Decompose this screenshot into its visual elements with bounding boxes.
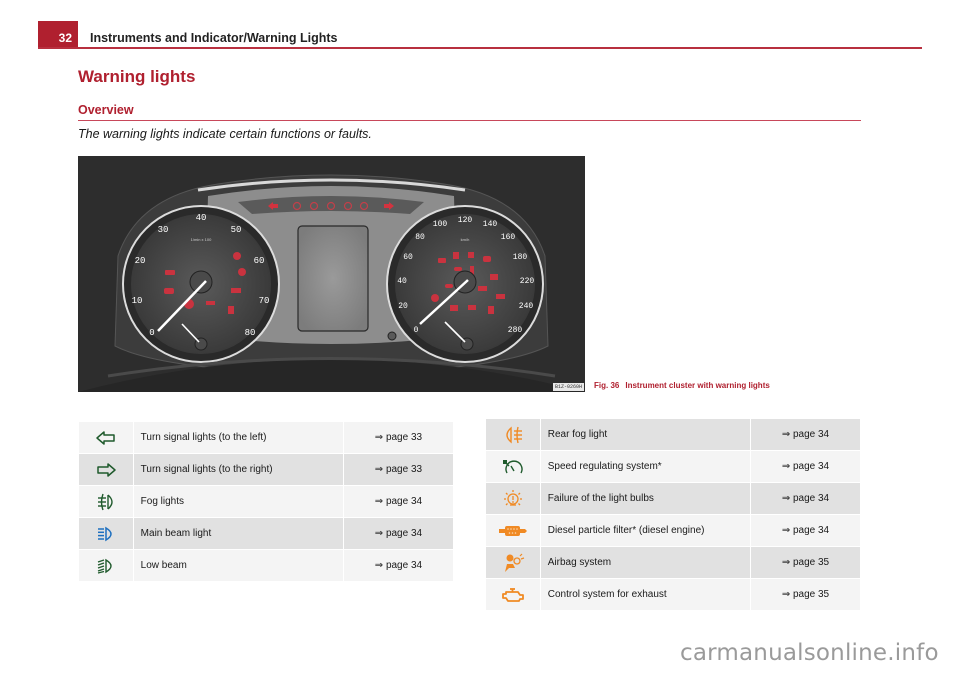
speedometer: 0 20 40 60 80 100 120 140 160 180 220 24… (386, 205, 544, 363)
svg-text:280: 280 (508, 326, 523, 335)
page-link[interactable]: ⇒ page 35 (749, 546, 862, 579)
svg-text:240: 240 (519, 302, 534, 311)
subheading: Overview (78, 103, 134, 117)
figure-number: Fig. 36 (594, 381, 620, 390)
svg-text:20: 20 (135, 256, 146, 266)
table-row: Speed regulating system* ⇒ page 34 (485, 450, 862, 483)
svg-text:120: 120 (458, 216, 473, 225)
svg-text:60: 60 (254, 256, 265, 266)
section-title: Instruments and Indicator/Warning Lights (90, 31, 338, 45)
intro-text: The warning lights indicate certain func… (78, 127, 372, 141)
cruise-control-icon (502, 459, 523, 473)
page-link[interactable]: ⇒ page 34 (342, 485, 455, 518)
page-link[interactable]: ⇒ page 34 (749, 450, 862, 483)
table-row: Low beam ⇒ page 34 (78, 549, 455, 582)
svg-text:0: 0 (414, 326, 419, 335)
table-row: Diesel particle filter* (diesel engine) … (485, 514, 862, 547)
row-label: Turn signal lights (to the right) (132, 453, 344, 486)
page-heading: Warning lights (78, 67, 196, 86)
row-label: Low beam (132, 549, 344, 582)
row-label: Airbag system (539, 546, 751, 579)
svg-text:60: 60 (403, 253, 413, 262)
table-row: Main beam light ⇒ page 34 (78, 517, 455, 550)
svg-text:30: 30 (158, 225, 169, 235)
row-label: Main beam light (132, 517, 344, 550)
svg-text:10: 10 (132, 296, 143, 306)
svg-text:80: 80 (245, 328, 256, 338)
svg-text:40: 40 (196, 213, 207, 223)
turn-left-arrow-icon (96, 430, 115, 445)
svg-text:80: 80 (415, 233, 425, 242)
svg-text:20: 20 (398, 302, 408, 311)
center-display (297, 225, 369, 332)
table-row: Fog lights ⇒ page 34 (78, 485, 455, 518)
svg-text:160: 160 (501, 233, 516, 242)
row-label: Speed regulating system* (539, 450, 751, 483)
table-row: Airbag system ⇒ page 35 (485, 546, 862, 579)
page-link[interactable]: ⇒ page 33 (342, 453, 455, 486)
page-link[interactable]: ⇒ page 34 (342, 549, 455, 582)
header-rule (38, 47, 922, 49)
table-row: Turn signal lights (to the left) ⇒ page … (78, 421, 455, 454)
main-beam-icon (97, 526, 112, 541)
row-label: Turn signal lights (to the left) (132, 421, 344, 454)
row-label: Failure of the light bulbs (539, 482, 751, 515)
engine-exhaust-icon (501, 587, 524, 602)
table-row: Failure of the light bulbs ⇒ page 34 (485, 482, 862, 515)
page-link[interactable]: ⇒ page 34 (749, 514, 862, 547)
table-row: Turn signal lights (to the right) ⇒ page… (78, 453, 455, 486)
page-link[interactable]: ⇒ page 35 (749, 578, 862, 611)
svg-text:40: 40 (397, 277, 407, 286)
tachometer: 0 10 20 30 40 50 60 70 80 1/min x 100 (122, 205, 280, 363)
turn-right-arrow-icon (97, 462, 116, 477)
fog-light-icon (97, 493, 113, 510)
table-row: Control system for exhaust ⇒ page 35 (485, 578, 862, 611)
watermark: carmanualsonline.info (680, 640, 939, 666)
row-label: Control system for exhaust (539, 578, 751, 611)
figure-code: B1Z-0260H (552, 383, 584, 391)
page-link[interactable]: ⇒ page 34 (749, 418, 862, 451)
table-row: Rear fog light ⇒ page 34 (485, 418, 862, 451)
figure-caption-text: Instrument cluster with warning lights (625, 381, 770, 390)
page-link[interactable]: ⇒ page 34 (749, 482, 862, 515)
instrument-cluster-illustration: 0 10 20 30 40 50 60 70 80 1/min x 100 0 … (78, 156, 585, 392)
instrument-cluster-figure: 0 10 20 30 40 50 60 70 80 1/min x 100 0 … (78, 156, 585, 392)
svg-text:220: 220 (520, 277, 535, 286)
row-label: Diesel particle filter* (diesel engine) (539, 514, 751, 547)
tachometer-scale-label: 1/min x 100 (191, 237, 212, 242)
svg-text:180: 180 (513, 253, 528, 262)
row-label: Fog lights (132, 485, 344, 518)
warning-lights-table-right: Rear fog light ⇒ page 34 Speed regulatin… (485, 418, 862, 611)
warning-lights-table-left: Turn signal lights (to the left) ⇒ page … (78, 421, 455, 582)
low-beam-icon (97, 558, 112, 574)
airbag-icon (504, 553, 525, 572)
subheading-rule (78, 120, 861, 121)
speedometer-scale-label: km/h (461, 237, 470, 242)
row-label: Rear fog light (539, 418, 751, 451)
page-link[interactable]: ⇒ page 33 (342, 421, 455, 454)
trip-reset-knob (387, 331, 397, 341)
svg-text:100: 100 (433, 220, 448, 229)
svg-text:0: 0 (149, 328, 154, 338)
rear-fog-light-icon (506, 425, 522, 444)
figure-caption: Fig. 36 Instrument cluster with warning l… (594, 381, 770, 390)
svg-text:140: 140 (483, 220, 498, 229)
page-number: 32 (58, 31, 72, 45)
bulb-failure-icon (503, 489, 522, 506)
svg-text:50: 50 (231, 225, 242, 235)
page-link[interactable]: ⇒ page 34 (342, 517, 455, 550)
svg-text:70: 70 (259, 296, 270, 306)
diesel-particle-filter-icon (498, 525, 527, 536)
